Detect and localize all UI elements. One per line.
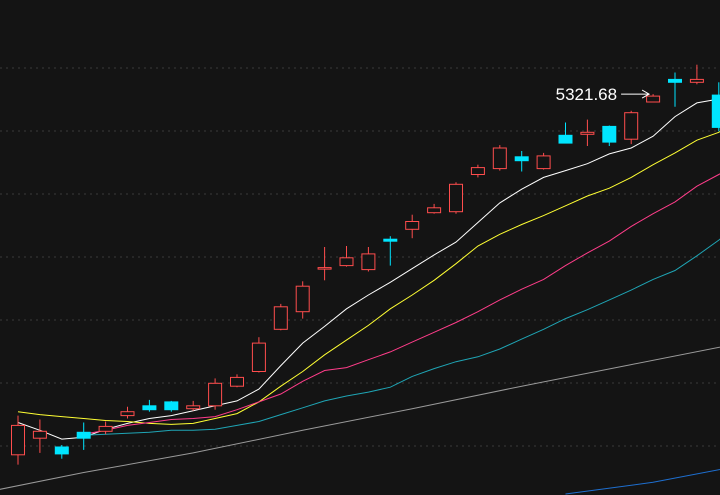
- candle-body-up: [317, 267, 332, 270]
- candle-body-up: [405, 221, 420, 230]
- price-annotation-label: 5321.68: [556, 85, 617, 104]
- candle-body-up: [580, 131, 595, 135]
- candle-body-up: [230, 376, 244, 387]
- candle-body-up: [11, 424, 25, 456]
- candle-body-up: [273, 306, 288, 330]
- candle-body-up: [449, 183, 463, 213]
- candle-body-down: [602, 125, 617, 143]
- candle-body-up: [339, 257, 354, 267]
- candle-body-up: [186, 405, 201, 410]
- candle-body-up: [624, 112, 639, 140]
- candle-body-up: [427, 207, 442, 214]
- candle-body-up: [32, 430, 47, 439]
- candle-body-up: [251, 342, 266, 373]
- candle-body-down: [164, 401, 179, 411]
- candle-body-up: [646, 95, 661, 103]
- candle-body-down: [514, 156, 529, 162]
- candle: [449, 182, 463, 214]
- candle-body-down: [383, 238, 398, 242]
- candle-body-up: [98, 425, 113, 432]
- candle: [492, 145, 507, 171]
- candle-body-up: [536, 155, 551, 170]
- candle-body-down: [668, 78, 682, 83]
- candle-body-up: [689, 78, 704, 83]
- candle-body-down: [142, 405, 157, 411]
- candle-body-up: [208, 382, 223, 407]
- candle-body-up: [470, 167, 485, 176]
- candle-body-up: [492, 147, 507, 170]
- candlestick-chart: 5321.68: [0, 0, 720, 495]
- candle: [164, 400, 179, 412]
- candle-body-down: [76, 431, 91, 439]
- candle: [536, 152, 551, 170]
- candle-body-up: [120, 411, 135, 417]
- candle: [208, 378, 223, 410]
- candle: [273, 303, 288, 331]
- candle-body-up: [295, 285, 310, 313]
- candle-body-down: [54, 446, 69, 455]
- candle-body-up: [361, 253, 376, 271]
- candle-body-down: [711, 94, 720, 128]
- candle-body-down: [558, 134, 573, 144]
- candle: [624, 110, 639, 145]
